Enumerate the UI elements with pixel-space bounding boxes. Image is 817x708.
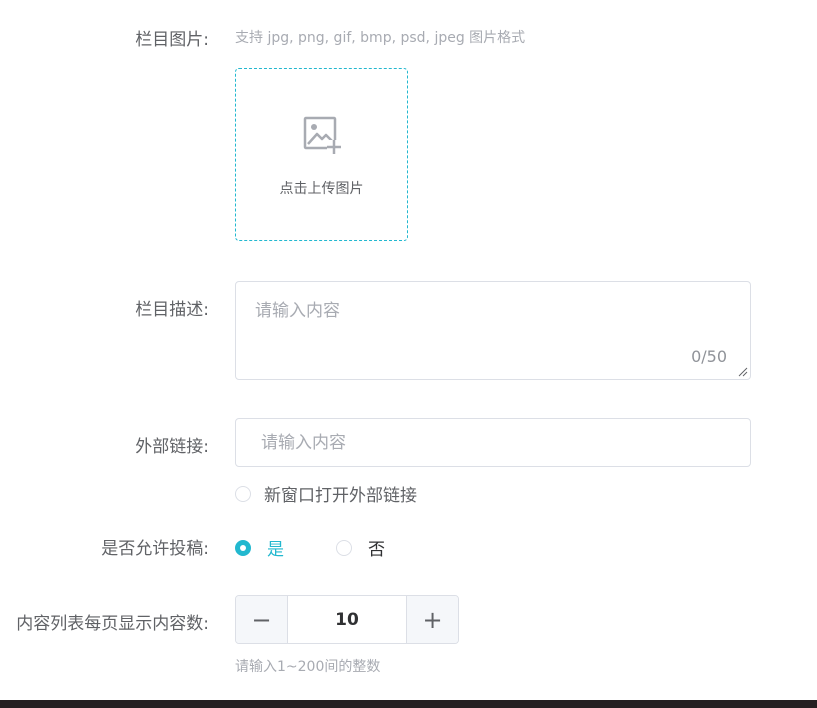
link-input-wrapper: [235, 418, 751, 467]
description-char-counter: 0/50: [691, 347, 727, 366]
image-upload-button[interactable]: 点击上传图片: [235, 68, 408, 241]
description-field-label: 栏目描述:: [135, 300, 209, 320]
page-size-hint: 请输入1~200间的整数: [235, 659, 381, 675]
radio-no-indicator[interactable]: [336, 539, 352, 556]
resize-handle-icon[interactable]: [738, 367, 748, 377]
link-field-label: 外部链接:: [135, 437, 209, 457]
contribution-radio-yes[interactable]: 是: [235, 535, 284, 560]
external-link-input[interactable]: [236, 419, 750, 466]
new-window-checkbox-indicator[interactable]: [235, 485, 251, 502]
upload-text: 点击上传图片: [279, 181, 364, 197]
bottom-bar: [0, 700, 817, 708]
image-field-label: 栏目图片:: [135, 30, 209, 50]
image-plus-icon: [303, 116, 341, 154]
radio-no-label: 否: [368, 540, 385, 560]
radio-yes-indicator[interactable]: [235, 539, 251, 556]
new-window-checkbox-label: 新窗口打开外部链接: [264, 486, 417, 506]
description-textarea-wrapper: 0/50: [235, 281, 751, 380]
page-size-value[interactable]: 10: [288, 596, 406, 643]
decrement-button[interactable]: −: [236, 596, 288, 643]
increment-button[interactable]: +: [406, 596, 458, 643]
contribution-field-label: 是否允许投稿:: [101, 539, 209, 559]
page-size-field-label: 内容列表每页显示内容数:: [16, 614, 209, 634]
description-textarea[interactable]: [236, 282, 750, 379]
contribution-radio-no[interactable]: 否: [336, 535, 385, 560]
image-format-hint: 支持 jpg, png, gif, bmp, psd, jpeg 图片格式: [235, 30, 526, 46]
new-window-checkbox[interactable]: 新窗口打开外部链接: [235, 481, 417, 506]
page-size-stepper: − 10 +: [235, 595, 459, 644]
radio-yes-label: 是: [267, 540, 284, 560]
